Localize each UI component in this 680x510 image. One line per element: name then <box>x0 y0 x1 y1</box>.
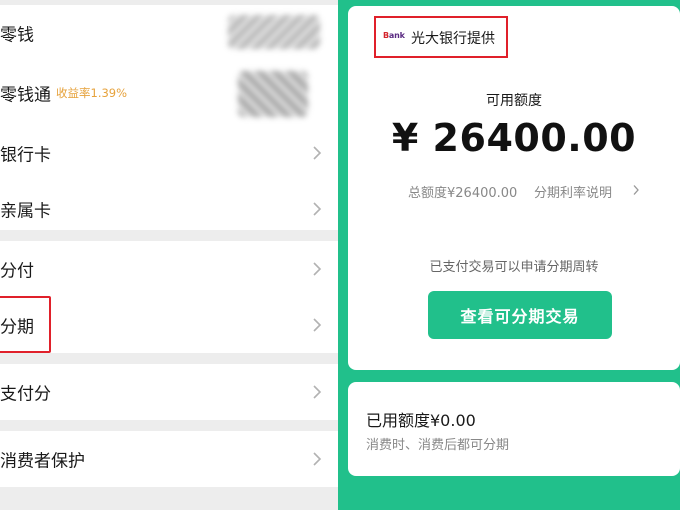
menu-item-label: 消费者保护 <box>0 451 85 472</box>
installment-panel: Bank 光大银行提供 可用额度 ¥ 26400.00 总额度¥26400.00… <box>338 0 680 510</box>
bank-logo-icon: Bank <box>383 31 405 40</box>
rate-info-link[interactable]: 分期利率说明 <box>534 182 612 201</box>
menu-item-label: 支付分 <box>0 384 51 405</box>
installment-hint: 已支付交易可以申请分期周转 <box>429 260 599 275</box>
menu-item-label: 银行卡 <box>0 145 51 166</box>
chevron-right-icon <box>313 385 322 399</box>
menu-item-family-card[interactable]: 亲属卡 <box>0 181 338 237</box>
used-limit-subtext: 消费时、消费后都可分期 <box>366 438 510 453</box>
menu-item-label: 分付 <box>0 261 34 282</box>
menu-item-consumer-protection[interactable]: 消费者保护 <box>0 431 338 487</box>
yield-rate-badge: 收益率1.39% <box>56 86 128 100</box>
view-installable-transactions-button[interactable]: 查看可分期交易 <box>428 291 612 339</box>
menu-group-protection: 消费者保护 <box>0 431 338 487</box>
menu-item-change[interactable]: 零钱 <box>0 5 338 61</box>
chevron-right-icon <box>313 318 322 332</box>
menu-group-balance: 零钱 零钱通 收益率1.39% 银行卡 亲属卡 <box>0 5 338 230</box>
provider-label: 光大银行提供 <box>411 31 495 47</box>
chevron-right-icon <box>313 146 322 160</box>
wallet-menu-panel: 零钱 零钱通 收益率1.39% 银行卡 亲属卡 分付 分期 支付分 消费者保护 <box>0 0 338 510</box>
chevron-right-icon <box>313 452 322 466</box>
highlight-box-provider: Bank 光大银行提供 <box>374 16 508 58</box>
redacted-balance <box>228 15 320 49</box>
chevron-right-icon <box>313 262 322 276</box>
credit-limit-card: Bank 光大银行提供 可用额度 ¥ 26400.00 总额度¥26400.00… <box>348 6 680 370</box>
menu-item-label: 零钱通 <box>0 85 51 106</box>
menu-item-label: 亲属卡 <box>0 201 51 222</box>
used-limit-label: 已用额度¥0.00 <box>366 411 476 430</box>
available-limit-amount: ¥ 26400.00 <box>391 116 637 160</box>
highlight-box-installment <box>0 296 51 353</box>
available-limit-label: 可用额度 <box>486 93 542 109</box>
chevron-right-icon <box>313 202 322 216</box>
menu-item-bank-card[interactable]: 银行卡 <box>0 125 338 181</box>
chevron-right-icon[interactable] <box>632 184 640 196</box>
redacted-balance <box>238 71 308 117</box>
menu-item-fenfu[interactable]: 分付 <box>0 241 338 297</box>
menu-item-change-plus[interactable]: 零钱通 收益率1.39% <box>0 61 338 125</box>
total-limit-text: 总额度¥26400.00 <box>408 186 518 201</box>
used-limit-card[interactable]: 已用额度¥0.00 消费时、消费后都可分期 <box>348 382 680 476</box>
menu-group-score: 支付分 <box>0 364 338 420</box>
menu-item-pay-score[interactable]: 支付分 <box>0 364 338 420</box>
menu-item-label: 零钱 <box>0 25 34 46</box>
